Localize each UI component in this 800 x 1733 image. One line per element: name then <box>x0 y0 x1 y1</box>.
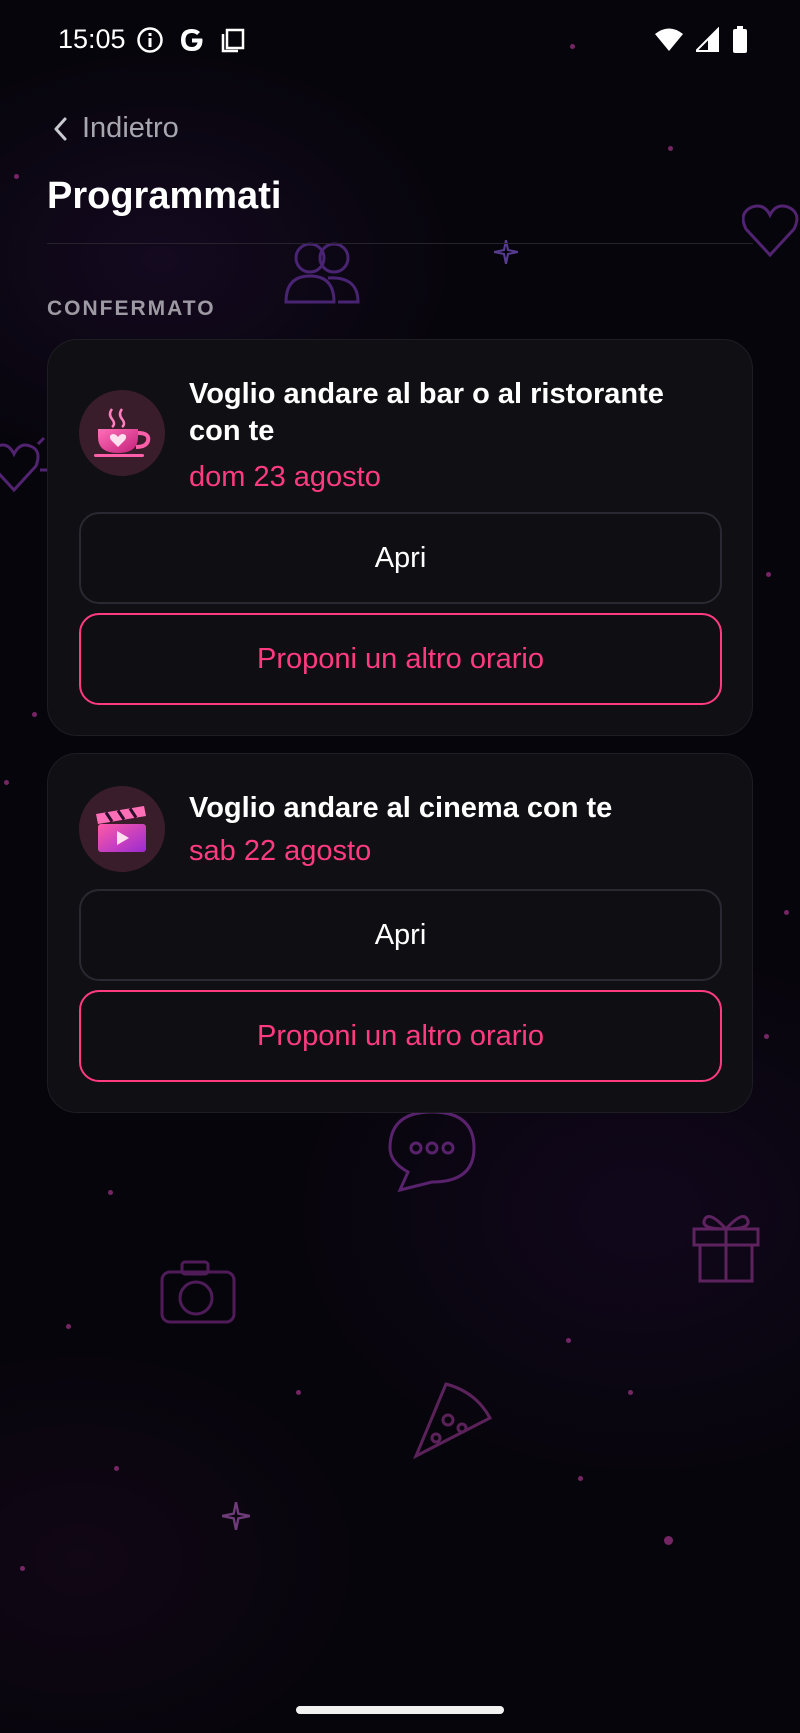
hearts-icon <box>742 204 799 258</box>
event-icon <box>79 390 165 476</box>
battery-icon <box>733 26 747 53</box>
copy-icon <box>221 28 245 53</box>
event-date: dom 23 agosto <box>189 461 381 493</box>
event-title: Voglio andare al cinema con te <box>189 792 613 824</box>
home-indicator[interactable] <box>296 1706 504 1714</box>
status-bar: 15:05 <box>0 0 800 80</box>
propose-time-button[interactable]: Proponi un altro orario <box>79 613 722 705</box>
back-label: Indietro <box>82 112 179 144</box>
sparkle-icon <box>222 1502 250 1530</box>
coffee-cup-icon <box>94 408 151 457</box>
clapperboard-icon <box>96 806 146 852</box>
event-icon <box>79 786 165 872</box>
page-title: Programmati <box>47 175 282 217</box>
event-card: Voglio andare al bar o al ristorante con… <box>47 339 753 736</box>
status-time: 15:05 <box>58 24 126 54</box>
open-button[interactable]: Apri <box>79 512 722 604</box>
camera-icon <box>160 1260 236 1324</box>
open-button[interactable]: Apri <box>79 889 722 981</box>
event-card: Voglio andare al cinema con te sab 22 ag… <box>47 753 753 1113</box>
wifi-icon <box>655 28 683 51</box>
event-title: Voglio andare al bar o al ristorante con… <box>189 378 664 447</box>
event-date: sab 22 agosto <box>189 835 372 867</box>
google-icon <box>181 29 203 51</box>
people-icon <box>284 242 360 304</box>
divider <box>47 243 753 244</box>
chevron-left-icon <box>54 117 67 140</box>
signal-icon <box>696 27 719 52</box>
gift-icon <box>692 1215 760 1283</box>
chat-bubble-icon <box>388 1110 476 1193</box>
back-button[interactable]: Indietro <box>52 112 179 145</box>
heart-glow-icon <box>0 436 48 493</box>
section-label: CONFERMATO <box>47 297 216 320</box>
pizza-icon <box>413 1382 493 1460</box>
info-icon <box>137 27 163 53</box>
propose-time-button[interactable]: Proponi un altro orario <box>79 990 722 1082</box>
